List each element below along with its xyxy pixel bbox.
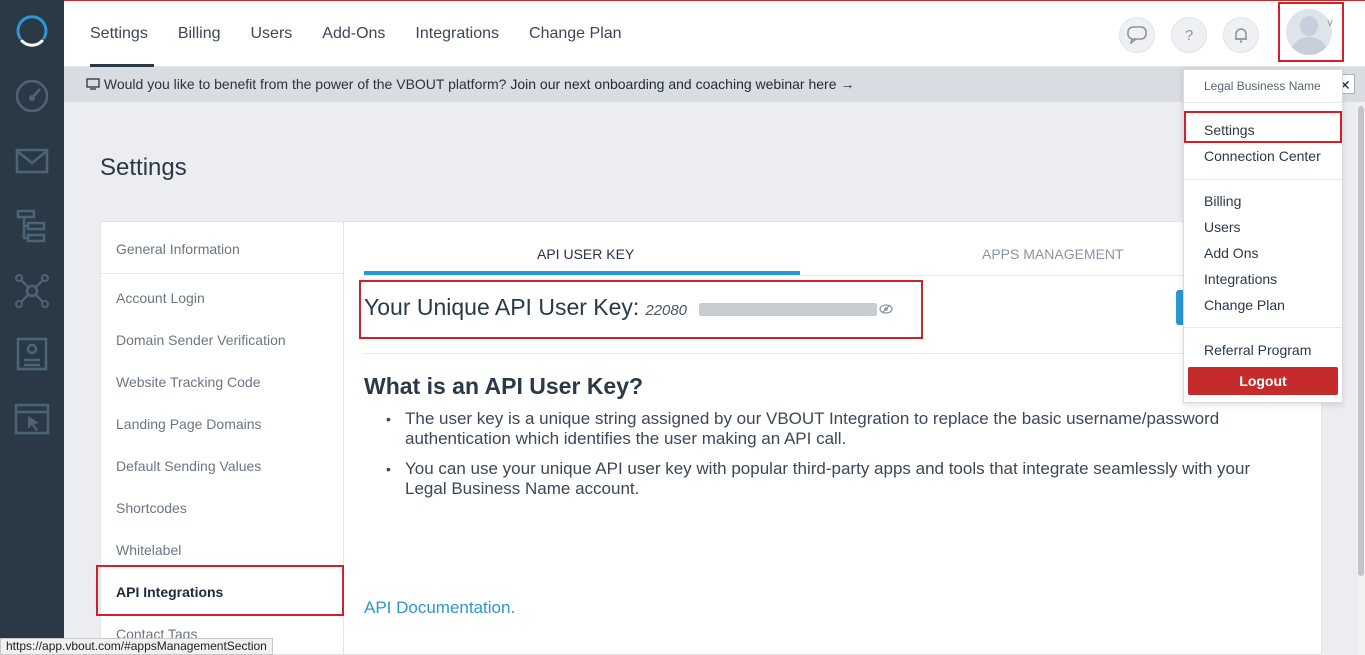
dashboard-gauge-icon[interactable] — [14, 78, 50, 114]
status-url-bar: https://app.vbout.com/#appsManagementSec… — [0, 638, 273, 655]
email-icon[interactable] — [14, 143, 50, 179]
logout-button[interactable]: Logout — [1188, 367, 1338, 395]
help-icon[interactable]: ? — [1171, 17, 1207, 53]
webinar-link[interactable]: Join our next onboarding and coaching we… — [510, 76, 854, 92]
scrollbar-thumb[interactable] — [1358, 106, 1364, 576]
banner-text: Would you like to benefit from the power… — [103, 76, 507, 92]
menu-shortcodes[interactable]: Shortcodes — [116, 500, 187, 516]
dropdown-users[interactable]: Users — [1204, 219, 1241, 235]
api-documentation-link[interactable]: API Documentation. — [364, 598, 515, 618]
list-item: The user key is a unique string assigned… — [386, 409, 1296, 449]
dropdown-billing[interactable]: Billing — [1204, 193, 1241, 209]
tab-add-ons[interactable]: Add-Ons — [322, 1, 385, 67]
menu-whitelabel[interactable]: Whitelabel — [116, 542, 181, 558]
social-network-icon[interactable] — [14, 273, 50, 309]
landing-page-icon[interactable] — [14, 336, 50, 372]
active-tab-indicator — [364, 271, 800, 275]
dropdown-connection-center[interactable]: Connection Center — [1204, 148, 1321, 164]
page-title: Settings — [100, 154, 187, 181]
dropdown-referral-program[interactable]: Referral Program — [1204, 342, 1311, 358]
api-key-highlight — [359, 280, 923, 339]
automation-tree-icon[interactable] — [14, 208, 50, 244]
user-avatar-button[interactable]: ∨ — [1278, 2, 1344, 62]
top-navigation: Settings Billing Users Add-Ons Integrati… — [64, 0, 1365, 67]
chevron-down-icon: ∨ — [1326, 17, 1335, 29]
api-key-description-list: The user key is a unique string assigned… — [386, 409, 1296, 509]
tab-billing[interactable]: Billing — [178, 1, 221, 67]
menu-domain-sender-verification[interactable]: Domain Sender Verification — [116, 332, 286, 348]
menu-general-information[interactable]: General Information — [101, 222, 344, 274]
menu-website-tracking-code[interactable]: Website Tracking Code — [116, 374, 260, 390]
list-item: You can use your unique API user key wit… — [386, 459, 1296, 499]
divider — [1184, 327, 1342, 328]
menu-default-sending-values[interactable]: Default Sending Values — [116, 458, 261, 474]
web-cursor-icon[interactable] — [14, 401, 50, 437]
dropdown-integrations[interactable]: Integrations — [1204, 271, 1277, 287]
menu-account-login[interactable]: Account Login — [116, 290, 205, 306]
tab-settings[interactable]: Settings — [90, 1, 154, 67]
monitor-icon — [86, 76, 104, 92]
tab-users[interactable]: Users — [251, 1, 293, 67]
dropdown-change-plan[interactable]: Change Plan — [1204, 297, 1285, 313]
page-scrollbar[interactable] — [1357, 102, 1365, 655]
vbout-logo-icon[interactable] — [14, 14, 50, 50]
bell-icon[interactable] — [1223, 17, 1259, 53]
top-nav-tabs: Settings Billing Users Add-Ons Integrati… — [90, 1, 622, 67]
menu-landing-page-domains[interactable]: Landing Page Domains — [116, 416, 262, 432]
chat-icon[interactable] — [1119, 17, 1155, 53]
tab-integrations[interactable]: Integrations — [415, 1, 499, 67]
dropdown-settings-highlight — [1184, 111, 1342, 143]
content-divider — [364, 353, 1302, 354]
api-integrations-highlight — [96, 565, 344, 616]
divider — [1184, 179, 1342, 180]
webinar-banner: Would you like to benefit from the power… — [64, 67, 1365, 102]
tab-apps-management[interactable]: APPS MANAGEMENT — [982, 246, 1124, 262]
tab-api-user-key[interactable]: API USER KEY — [537, 246, 634, 262]
tab-change-plan[interactable]: Change Plan — [529, 1, 622, 67]
divider — [1184, 102, 1342, 103]
account-name: Legal Business Name — [1204, 79, 1321, 93]
tab-baseline — [364, 275, 1302, 276]
dropdown-add-ons[interactable]: Add Ons — [1204, 245, 1258, 261]
what-is-api-key-heading: What is an API User Key? — [364, 373, 644, 399]
left-icon-rail — [0, 0, 64, 655]
